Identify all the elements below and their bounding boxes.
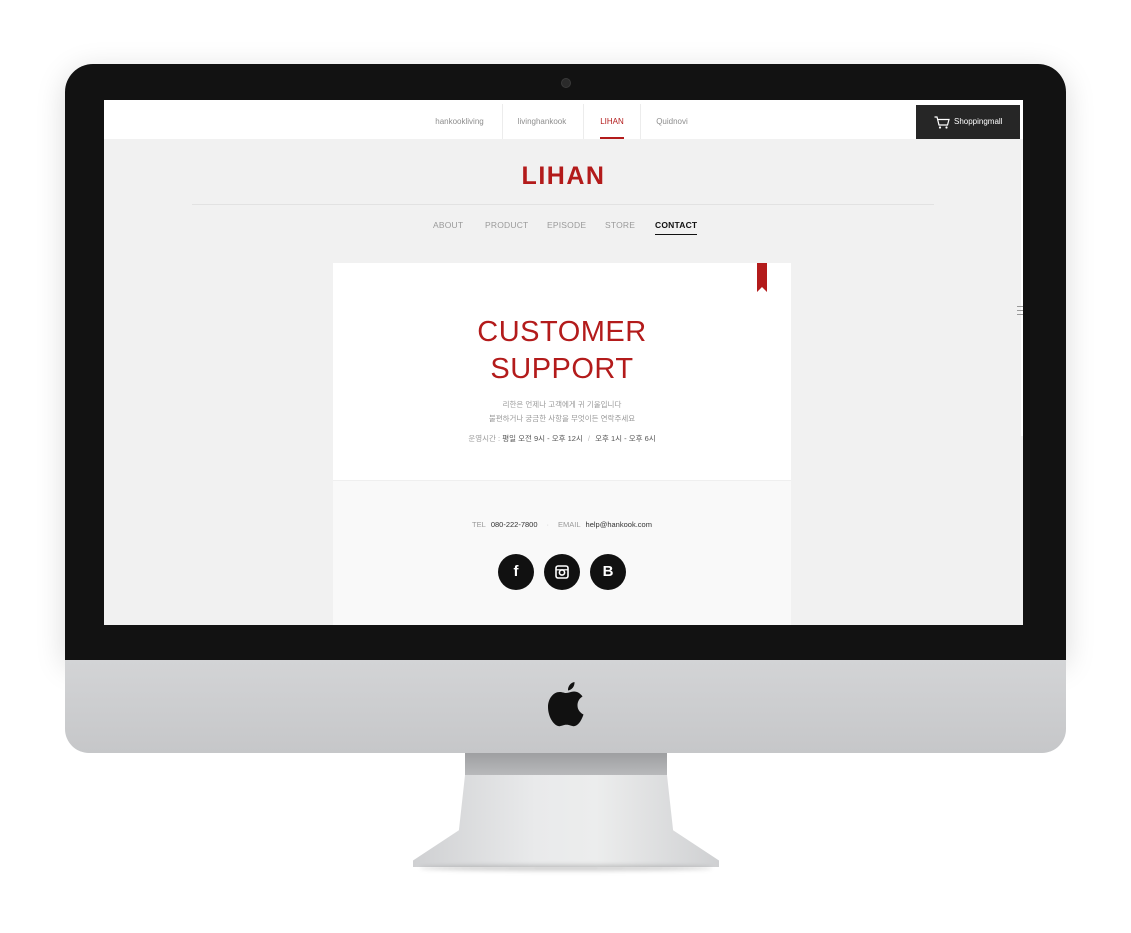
shoppingmall-button[interactable]: Shoppingmall <box>916 105 1020 139</box>
monitor-screen: hankookliving livinghankook LIHAN Quidno… <box>104 100 1023 625</box>
scroll-edge <box>1021 160 1023 436</box>
divider <box>583 104 584 139</box>
side-menu-icon-line <box>1017 314 1023 315</box>
contact-info: TEL 080-222-7800 · EMAIL help@hankook.com <box>333 520 791 529</box>
brand-link-lihan[interactable]: LIHAN <box>600 100 624 139</box>
camera-icon <box>561 78 571 88</box>
hours-afternoon: 오후 1시 - 오후 6시 <box>595 434 656 443</box>
blog-icon: B <box>602 563 614 580</box>
brand-link-quidnovi[interactable]: Quidnovi <box>652 100 692 139</box>
nav-store[interactable]: STORE <box>605 220 635 230</box>
support-desc-line2: 불편하거나 궁금한 사항을 무엇이든 연락주세요 <box>488 414 636 423</box>
brand-link-hankookliving[interactable]: hankookliving <box>422 100 497 139</box>
nav-episode[interactable]: EPISODE <box>547 220 586 230</box>
apple-logo-icon <box>548 682 584 727</box>
instagram-icon <box>555 565 569 579</box>
instagram-button[interactable] <box>544 554 580 590</box>
monitor-stand <box>413 775 719 867</box>
support-title: CUSTOMER SUPPORT <box>333 314 791 388</box>
hours-label: 운영시간 : <box>468 434 501 443</box>
hours-separator: / <box>587 434 591 443</box>
stand-shadow <box>420 865 712 871</box>
support-desc-line1: 리한은 언제나 고객에게 귀 기울입니다 <box>502 400 622 409</box>
contact-divider: · <box>546 520 550 529</box>
brand-link-livinghankook[interactable]: livinghankook <box>507 100 577 139</box>
tel-label: TEL <box>472 520 486 529</box>
facebook-button[interactable]: f <box>498 554 534 590</box>
divider <box>640 104 641 139</box>
divider <box>502 104 503 139</box>
cart-icon <box>934 116 950 129</box>
support-title-line2: SUPPORT <box>490 353 634 385</box>
customer-support-card: CUSTOMER SUPPORT 리한은 언제나 고객에게 귀 기울입니다 불편… <box>333 263 791 625</box>
contact-footer: TEL 080-222-7800 · EMAIL help@hankook.com f … <box>333 480 791 625</box>
nav-contact[interactable]: CONTACT <box>655 220 698 235</box>
hours-morning: 평일 오전 9시 - 오후 12시 <box>502 434 583 443</box>
lihan-logo[interactable]: LIHAN <box>104 162 1023 191</box>
nav-product[interactable]: PRODUCT <box>485 220 528 230</box>
email-address[interactable]: help@hankook.com <box>586 520 652 529</box>
brand-bar: hankookliving livinghankook LIHAN Quidno… <box>104 100 1023 139</box>
side-menu-icon[interactable] <box>1017 306 1023 307</box>
tel-number[interactable]: 080-222-7800 <box>491 520 538 529</box>
support-title-line1: CUSTOMER <box>477 316 647 348</box>
email-label: EMAIL <box>558 520 581 529</box>
side-menu-icon-line <box>1017 310 1023 311</box>
blog-button[interactable]: B <box>590 554 626 590</box>
bookmark-ribbon-icon <box>757 263 767 292</box>
shoppingmall-label: Shoppingmall <box>954 117 1003 126</box>
operating-hours: 운영시간 : 평일 오전 9시 - 오후 12시 / 오후 1시 - 오후 6시 <box>333 433 791 444</box>
support-description: 리한은 언제나 고객에게 귀 기울입니다 불편하거나 궁금한 사항을 무엇이든 … <box>333 398 791 426</box>
facebook-icon: f <box>513 563 519 580</box>
divider <box>192 204 934 205</box>
monitor-stand-neck <box>465 753 667 775</box>
nav-about[interactable]: ABOUT <box>433 220 463 230</box>
